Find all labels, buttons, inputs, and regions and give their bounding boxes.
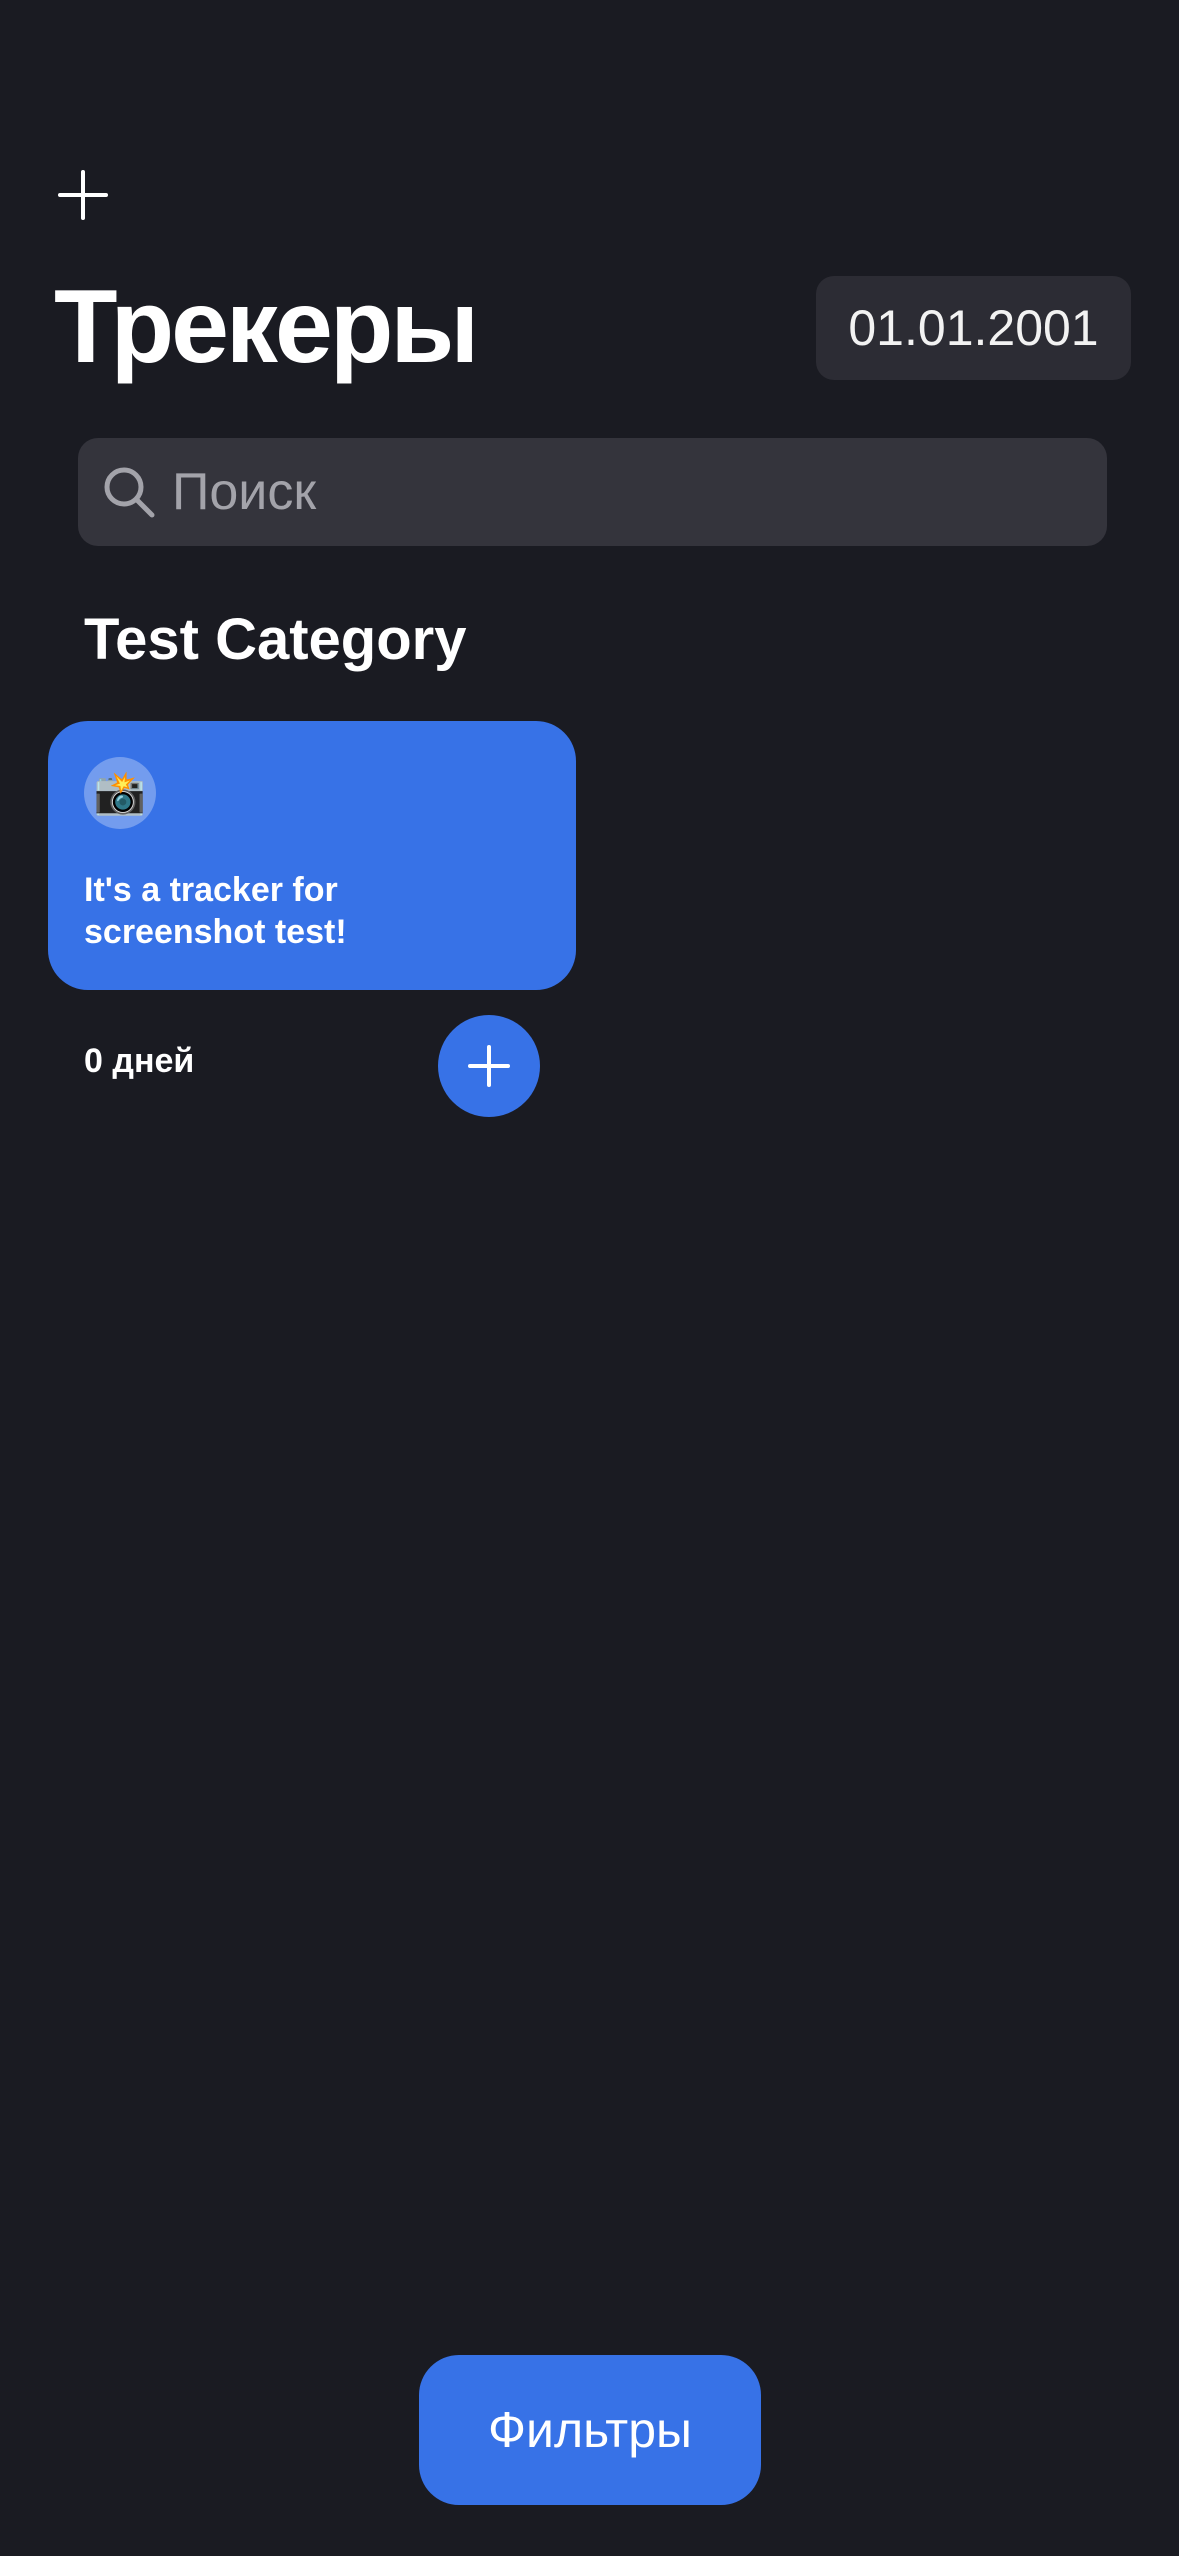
search-input[interactable]: [170, 461, 1054, 523]
plus-icon: [58, 170, 108, 220]
add-tracker-button[interactable]: [56, 168, 110, 222]
tracker-days-count: 0 дней: [84, 1042, 195, 1080]
filters-button[interactable]: Фильтры: [419, 2355, 761, 2505]
date-picker[interactable]: 01.01.2001: [816, 276, 1131, 380]
plus-icon: [468, 1045, 510, 1087]
search-icon: [104, 467, 155, 518]
category-title: Test Category: [84, 607, 467, 672]
tracker-complete-button[interactable]: [438, 1015, 540, 1117]
search-bar[interactable]: [78, 438, 1107, 546]
page-title: Трекеры: [54, 269, 479, 385]
tracker-card[interactable]: 📸 It's a tracker for screenshot test!: [48, 721, 576, 990]
tracker-name: It's a tracker for screenshot test!: [84, 871, 347, 951]
tracker-emoji: 📸: [84, 757, 156, 829]
